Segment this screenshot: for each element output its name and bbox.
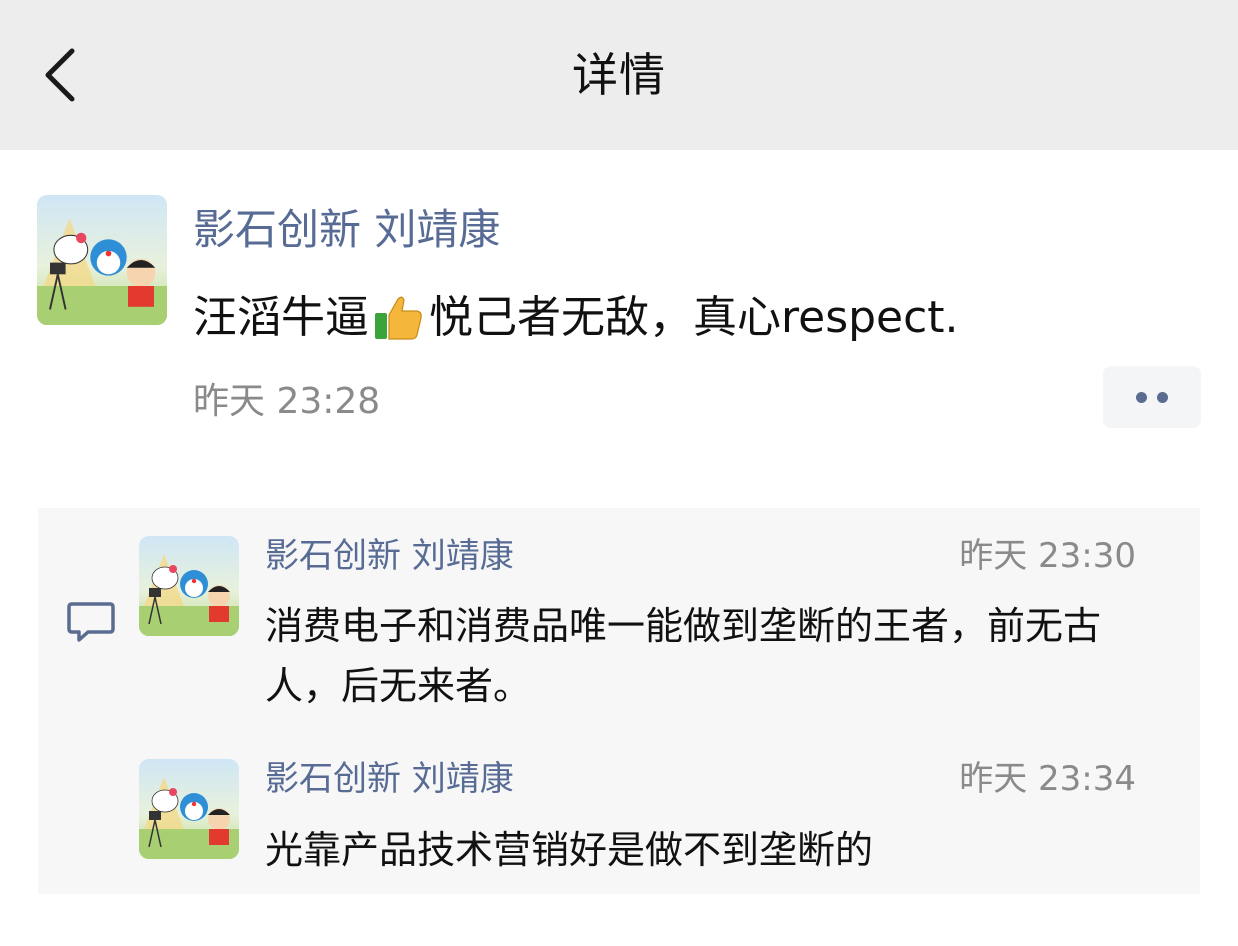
comment-timestamp: 昨天 23:30 [959, 536, 1136, 576]
comment-author-name[interactable]: 影石创新 刘靖康 [265, 532, 514, 580]
avatar-image [139, 777, 239, 859]
post-author-avatar[interactable] [37, 195, 167, 325]
post-content: 汪滔牛逼 悦己者无敌，真心respect. [193, 286, 959, 350]
more-dots-icon [1136, 391, 1147, 403]
comment-avatar[interactable] [139, 536, 239, 636]
top-navigation-bar: 详情 [0, 0, 1238, 150]
comments-panel: 影石创新 刘靖康 昨天 23:30 消费电子和消费品唯一能做到垄断的王者，前无古… [38, 508, 1200, 894]
post-text-after: 悦己者无敌，真心respect. [429, 292, 959, 343]
comment-text: 光靠产品技术营销好是做不到垄断的 [265, 828, 874, 872]
comment-avatar[interactable] [139, 759, 239, 859]
comment-bubble-icon [67, 602, 115, 642]
comment-text: 消费电子和消费品唯一能做到垄断的王者，前无古人，后无来者。 [265, 604, 1102, 708]
page-title: 详情 [572, 48, 666, 102]
thumbs-up-icon [375, 296, 422, 340]
post-text-before: 汪滔牛逼 [193, 292, 369, 343]
more-dots-icon [1157, 391, 1168, 403]
post-author-name[interactable]: 影石创新 刘靖康 [193, 200, 500, 260]
more-actions-button[interactable] [1103, 366, 1201, 428]
comment-timestamp: 昨天 23:34 [959, 759, 1136, 799]
avatar-image [37, 218, 167, 325]
avatar-image [139, 554, 239, 636]
comment-author-name[interactable]: 影石创新 刘靖康 [265, 755, 514, 803]
post-timestamp: 昨天 23:28 [193, 381, 381, 422]
